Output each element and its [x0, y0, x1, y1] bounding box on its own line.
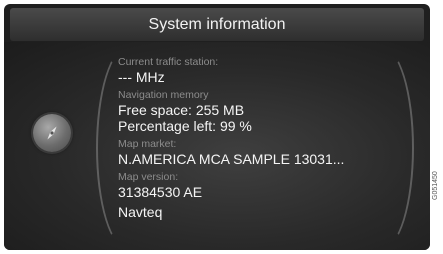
navigation-memory-label: Navigation memory: [118, 89, 209, 101]
traffic-station-label: Current traffic station:: [118, 56, 219, 68]
system-info-list: Current traffic station: --- MHz Navigat…: [118, 56, 418, 220]
map-provider-value: Navteq: [118, 204, 163, 220]
map-version-value: 31384530 AE: [118, 184, 203, 200]
map-version-label: Map version:: [118, 171, 179, 183]
page-title-bar: System information: [10, 8, 424, 41]
traffic-station-value: --- MHz: [118, 69, 165, 85]
page-title: System information: [148, 15, 286, 33]
compass-needle-icon: [47, 126, 57, 140]
navigation-dial-icon[interactable]: [33, 114, 71, 152]
free-space-value: Free space: 255 MB: [118, 102, 245, 118]
map-market-value: N.AMERICA MCA SAMPLE 13031...: [118, 151, 345, 167]
screen-frame: System information Current traffic stati…: [4, 4, 430, 250]
percentage-left-value: Percentage left: 99 %: [118, 118, 252, 134]
image-code: G051450: [432, 171, 439, 200]
map-market-label: Map market:: [118, 138, 177, 150]
